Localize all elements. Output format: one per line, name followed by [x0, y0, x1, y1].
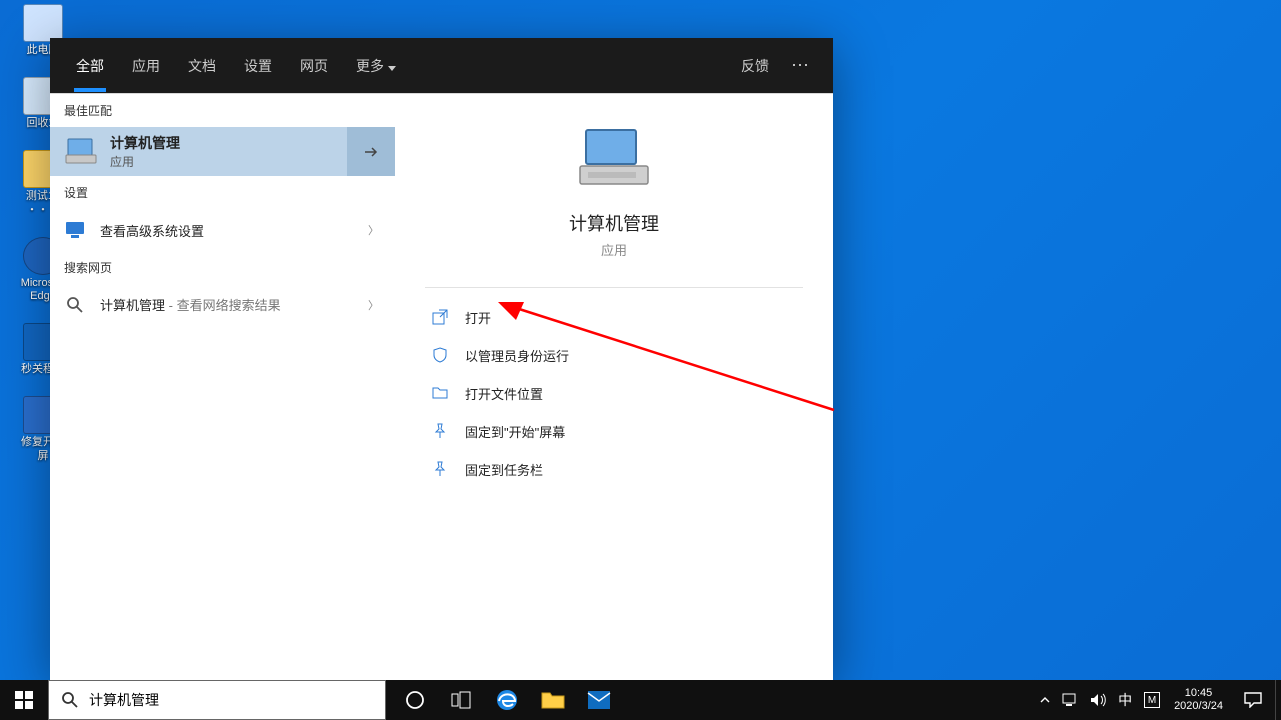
action-center-button[interactable] — [1231, 692, 1275, 708]
folder-icon — [429, 382, 451, 404]
feedback-link[interactable]: 反馈 — [729, 48, 781, 84]
taskbar-search-box[interactable] — [48, 680, 386, 720]
taskbar: 中 M 10:45 2020/3/24 — [0, 680, 1281, 720]
task-view-button[interactable] — [438, 680, 484, 720]
tab-all[interactable]: 全部 — [62, 40, 118, 92]
chevron-right-icon: 〉 — [368, 222, 379, 238]
tray-network-icon[interactable] — [1056, 680, 1084, 720]
result-subtitle: 应用 — [110, 153, 180, 170]
action-pin-start[interactable]: 固定到"开始"屏幕 — [425, 414, 803, 448]
tray-overflow-button[interactable] — [1034, 680, 1056, 720]
shield-icon — [429, 344, 451, 366]
tray-ime-mode[interactable]: M — [1138, 680, 1166, 720]
tab-docs[interactable]: 文档 — [174, 40, 230, 92]
computer-management-icon — [574, 124, 654, 194]
search-preview-column: 计算机管理 应用 打开 以管理员身份运行 打开文件位置 固定到 — [395, 94, 833, 680]
result-best-match[interactable]: 计算机管理 应用 — [50, 127, 395, 176]
computer-management-icon — [64, 135, 98, 169]
search-icon — [61, 691, 79, 709]
more-options-button[interactable]: ⋯ — [781, 55, 821, 76]
cortana-button[interactable] — [392, 680, 438, 720]
date-text: 2020/3/24 — [1174, 700, 1223, 713]
result-title: 计算机管理 — [110, 133, 180, 153]
show-desktop-button[interactable] — [1275, 680, 1281, 720]
tab-web[interactable]: 网页 — [286, 40, 342, 92]
tray-clock[interactable]: 10:45 2020/3/24 — [1166, 687, 1231, 713]
system-tray: 中 M 10:45 2020/3/24 — [1034, 680, 1281, 720]
result-title: 计算机管理 — [100, 298, 165, 313]
taskbar-app-explorer[interactable] — [530, 680, 576, 720]
search-input[interactable] — [89, 692, 373, 708]
taskbar-app-edge[interactable] — [484, 680, 530, 720]
time-text: 10:45 — [1185, 687, 1213, 700]
tab-apps[interactable]: 应用 — [118, 40, 174, 92]
pin-icon — [429, 458, 451, 480]
search-panel: 全部 应用 文档 设置 网页 更多 反馈 ⋯ 最佳匹配 计算机管理 应用 — [50, 38, 833, 680]
action-pin-taskbar[interactable]: 固定到任务栏 — [425, 452, 803, 486]
action-label: 固定到"开始"屏幕 — [465, 422, 565, 441]
tab-settings[interactable]: 设置 — [230, 40, 286, 92]
tray-volume-icon[interactable] — [1084, 680, 1112, 720]
preview-title: 计算机管理 — [569, 210, 659, 236]
section-web: 搜索网页 — [50, 251, 395, 284]
result-web-search[interactable]: 计算机管理 - 查看网络搜索结果 〉 — [50, 284, 395, 326]
start-button[interactable] — [0, 680, 48, 720]
search-tabs: 全部 应用 文档 设置 网页 更多 反馈 ⋯ — [50, 38, 833, 93]
action-open[interactable]: 打开 — [425, 300, 803, 334]
taskbar-app-mail[interactable] — [576, 680, 622, 720]
result-suffix: - 查看网络搜索结果 — [165, 298, 281, 313]
action-label: 打开 — [465, 308, 491, 327]
search-results-column: 最佳匹配 计算机管理 应用 设置 查看高级系统设置 〉 — [50, 94, 395, 680]
action-label: 打开文件位置 — [465, 384, 543, 403]
chevron-right-icon: 〉 — [368, 297, 379, 313]
action-open-location[interactable]: 打开文件位置 — [425, 376, 803, 410]
search-icon — [64, 294, 86, 316]
tab-more[interactable]: 更多 — [342, 40, 410, 92]
result-advanced-settings[interactable]: 查看高级系统设置 〉 — [50, 209, 395, 251]
monitor-icon — [64, 219, 86, 241]
pin-icon — [429, 420, 451, 442]
tray-ime-lang[interactable]: 中 — [1112, 680, 1138, 720]
action-run-admin[interactable]: 以管理员身份运行 — [425, 338, 803, 372]
chevron-down-icon — [388, 66, 396, 71]
action-label: 固定到任务栏 — [465, 460, 543, 479]
preview-subtitle: 应用 — [601, 240, 627, 259]
expand-arrow-button[interactable] — [347, 127, 395, 176]
action-label: 以管理员身份运行 — [465, 346, 569, 365]
open-icon — [429, 306, 451, 328]
result-title: 查看高级系统设置 — [100, 221, 204, 240]
section-best-match: 最佳匹配 — [50, 94, 395, 127]
section-settings: 设置 — [50, 176, 395, 209]
